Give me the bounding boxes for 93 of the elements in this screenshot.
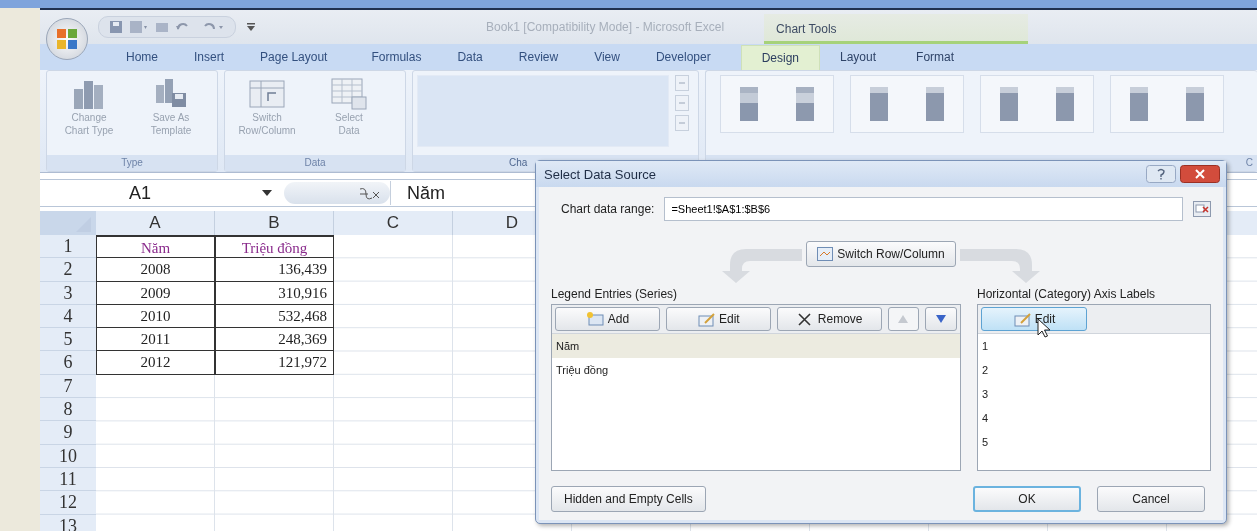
ribbon-tab[interactable]: Home	[108, 45, 176, 69]
column-chart-icon	[1056, 87, 1074, 121]
table-cell: 136,439	[215, 258, 334, 282]
section-label: Legend Entries (Series)	[551, 287, 679, 301]
close-icon[interactable]	[1180, 165, 1220, 183]
scroll-down-icon[interactable]	[675, 95, 689, 111]
list-item[interactable]: 1	[978, 334, 1210, 358]
save-icon[interactable]	[109, 20, 123, 34]
move-down-button[interactable]	[925, 307, 957, 331]
table-cell: 2008	[96, 258, 215, 282]
ribbon-tab[interactable]: Developer	[637, 45, 729, 69]
row-header[interactable]: 10	[40, 444, 96, 468]
scroll-more-icon[interactable]	[675, 115, 689, 131]
table-cell: Triệu đồng	[215, 235, 334, 259]
group-label: Type	[47, 155, 217, 171]
pencil-icon	[696, 310, 715, 328]
ribbon-tab[interactable]: View	[576, 45, 638, 69]
row-header[interactable]: 11	[40, 467, 96, 492]
row-header[interactable]: 8	[40, 398, 96, 422]
window-title: Book1 [Compatibility Mode] - Microsoft Excel	[486, 20, 725, 34]
table-cell: 2009	[96, 281, 215, 305]
ribbon-tab[interactable]: Review	[500, 45, 577, 69]
ribbon-tab[interactable]: Format	[896, 45, 975, 69]
dropdown-icon[interactable]	[246, 22, 256, 32]
list-item[interactable]: 2	[978, 358, 1210, 382]
section-label: Horizontal (Category) Axis Labels	[977, 287, 1157, 301]
column-chart-icon	[926, 87, 944, 121]
list-item[interactable]: 5	[978, 430, 1210, 454]
chart-icon[interactable]	[129, 20, 149, 34]
column-chart-icon	[740, 87, 758, 121]
row-header[interactable]: 3	[40, 281, 96, 305]
ribbon-tab[interactable]: Page Layout	[242, 45, 346, 69]
list-item[interactable]: 4	[978, 406, 1210, 430]
add-button[interactable]: Add	[555, 307, 660, 331]
row-header[interactable]: 2	[40, 258, 96, 282]
group-label: Data	[225, 155, 405, 171]
chart-style-thumbnail[interactable]	[980, 75, 1094, 133]
scroll-up-icon[interactable]	[675, 75, 689, 91]
help-icon[interactable]	[1146, 165, 1176, 183]
hidden-empty-cells-button[interactable]: Hidden and Empty Cells	[551, 486, 706, 512]
row-header[interactable]: 7	[40, 374, 96, 399]
column-header[interactable]: A	[96, 211, 215, 235]
cancel-button[interactable]: Cancel	[1097, 486, 1205, 512]
table-cell: 2012	[96, 351, 215, 375]
ok-button[interactable]: OK	[973, 486, 1081, 512]
pencil-icon	[1012, 310, 1031, 328]
ribbon-tab[interactable]: Design	[740, 44, 820, 70]
edit-button[interactable]: Edit	[665, 307, 771, 331]
table-cell: 121,972	[215, 351, 334, 375]
table-cell: 2011	[96, 328, 215, 352]
column-chart-icon	[796, 87, 814, 121]
table-cell: 2010	[96, 304, 215, 329]
column-chart-icon	[870, 87, 888, 121]
row-header[interactable]: 9	[40, 421, 96, 445]
list-item[interactable]: Triệu đồng	[552, 358, 960, 382]
ribbon-tab[interactable]: Data	[439, 45, 501, 69]
chart-style-thumbnail[interactable]	[1110, 75, 1224, 133]
app-menu-button[interactable]	[46, 18, 88, 60]
ribbon-tab[interactable]: Layout	[820, 45, 897, 69]
row-header[interactable]: 4	[40, 304, 96, 329]
input-field[interactable]: =Sheet1!$A$1:$B$6	[664, 197, 1183, 221]
table-cell: 248,369	[215, 328, 334, 352]
add-icon	[585, 310, 604, 328]
dropdown-icon[interactable]	[262, 190, 272, 196]
chart-style-thumbnail[interactable]	[850, 75, 964, 133]
column-header[interactable]: C	[334, 211, 453, 235]
chart-icon	[817, 247, 834, 261]
row-header[interactable]: 1	[40, 235, 96, 259]
column-chart-icon	[1186, 87, 1204, 121]
column-chart-icon	[1130, 87, 1148, 121]
switch-row-column-button[interactable]: Switch Row/Column	[806, 241, 956, 267]
name-box[interactable]: A1	[40, 182, 240, 204]
ribbon-tab[interactable]: Insert	[176, 45, 243, 69]
row-header[interactable]: 5	[40, 328, 96, 352]
column-header[interactable]: B	[215, 211, 334, 235]
row-header[interactable]: 12	[40, 491, 96, 515]
table-cell: Năm	[96, 235, 215, 259]
close-icon	[795, 310, 814, 328]
row-header[interactable]: 6	[40, 351, 96, 375]
chart-style-thumbnail[interactable]	[720, 75, 834, 133]
table-icon	[330, 75, 368, 111]
arrow-down-icon	[936, 315, 947, 323]
list-item[interactable]: 3	[978, 382, 1210, 406]
collapse-dialog-icon[interactable]	[1193, 201, 1211, 217]
contextual-tab-label: Chart Tools	[764, 14, 1029, 44]
table-cell: 532,468	[215, 304, 334, 329]
ribbon-tab[interactable]: Formulas	[353, 45, 440, 69]
list-item[interactable]: Năm	[552, 334, 960, 358]
column-chart-icon	[1000, 87, 1018, 121]
four-squares-icon	[56, 28, 78, 50]
arrow-up-icon	[898, 315, 909, 323]
remove-button[interactable]: Remove	[776, 307, 882, 331]
table-cell: 310,916	[215, 281, 334, 305]
